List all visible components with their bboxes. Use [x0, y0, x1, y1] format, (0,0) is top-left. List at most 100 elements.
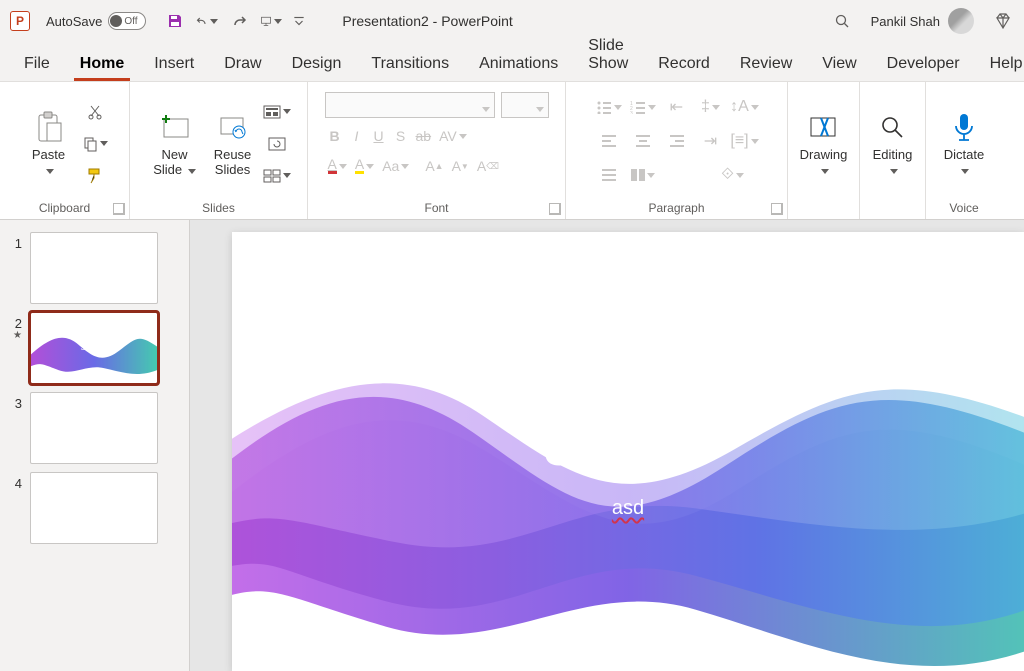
- tab-file[interactable]: File: [18, 49, 56, 81]
- toggle-track[interactable]: Off: [108, 12, 146, 30]
- editing-button[interactable]: Editing: [865, 99, 921, 189]
- window-title: Presentation2 - PowerPoint: [342, 13, 824, 29]
- titlebar: P AutoSave Off Presentation2 - PowerPoin…: [0, 0, 1024, 42]
- shadow-button[interactable]: S: [391, 124, 411, 148]
- tab-record[interactable]: Record: [652, 49, 716, 81]
- reset-slide-icon[interactable]: [263, 131, 291, 157]
- user-account[interactable]: Pankil Shah: [871, 8, 974, 34]
- decrease-font-button[interactable]: A▼: [449, 154, 472, 178]
- group-label: Voice: [949, 199, 978, 217]
- undo-icon[interactable]: [196, 10, 218, 32]
- tab-review[interactable]: Review: [734, 49, 798, 81]
- new-slide-label: New Slide: [153, 147, 187, 177]
- tab-help[interactable]: Help: [984, 49, 1024, 81]
- user-name: Pankil Shah: [871, 14, 940, 29]
- font-size-input[interactable]: [501, 92, 549, 118]
- reuse-slides-button[interactable]: Reuse Slides: [207, 99, 259, 189]
- tab-view[interactable]: View: [816, 49, 862, 81]
- tab-animations[interactable]: Animations: [473, 49, 564, 81]
- drawing-button[interactable]: Drawing: [796, 99, 852, 189]
- copy-icon[interactable]: [81, 131, 109, 157]
- thumbnail-slot[interactable]: 3: [0, 388, 189, 468]
- thumbnail-pane[interactable]: 1 2★ Sample3 4: [0, 220, 190, 671]
- save-icon[interactable]: [164, 10, 186, 32]
- thumbnail[interactable]: Sample: [30, 312, 158, 384]
- tab-insert[interactable]: Insert: [148, 49, 200, 81]
- tab-developer[interactable]: Developer: [881, 49, 966, 81]
- line-spacing-button[interactable]: ‡: [697, 94, 725, 120]
- strikethrough-button[interactable]: ab: [413, 124, 435, 148]
- workspace: 12★Sample34: [0, 220, 1024, 671]
- autosave-toggle[interactable]: AutoSave Off: [46, 12, 146, 30]
- slideshow-start-icon[interactable]: [260, 10, 282, 32]
- format-painter-icon[interactable]: [81, 163, 109, 189]
- thumbnail-number: 4: [8, 472, 22, 491]
- section-icon[interactable]: [263, 163, 291, 189]
- tab-home[interactable]: Home: [74, 49, 130, 81]
- new-slide-button[interactable]: New Slide: [147, 99, 203, 189]
- align-text-button[interactable]: [≡]: [731, 128, 759, 154]
- thumbnail-slot[interactable]: 1: [0, 228, 189, 308]
- tab-transitions[interactable]: Transitions: [365, 49, 455, 81]
- thumbnail-slot[interactable]: 4: [0, 468, 189, 548]
- align-right-button[interactable]: [663, 128, 691, 154]
- bold-button[interactable]: B: [325, 124, 345, 148]
- character-spacing-button[interactable]: AV: [436, 124, 470, 148]
- drawing-icon: [808, 110, 840, 146]
- diamond-icon[interactable]: [992, 10, 1014, 32]
- paste-button[interactable]: Paste: [21, 99, 77, 189]
- tab-design[interactable]: Design: [286, 49, 348, 81]
- find-icon: [879, 110, 907, 146]
- thumbnail-number: 2★: [8, 312, 22, 341]
- qat-customize-icon[interactable]: [292, 10, 306, 32]
- toggle-knob: [110, 15, 122, 27]
- increase-font-button[interactable]: A▲: [422, 154, 446, 178]
- group-font: B I U S ab AV A A Aa A▲ A▼ A⌫ Font: [308, 82, 566, 219]
- dictate-button[interactable]: Dictate: [936, 99, 992, 189]
- change-case-button[interactable]: Aa: [379, 154, 412, 178]
- group-voice: Dictate Voice: [926, 82, 1002, 219]
- slide-subtitle-text[interactable]: asd: [232, 497, 1024, 520]
- dialog-launcher-icon[interactable]: [549, 203, 561, 215]
- font-color-button[interactable]: A: [325, 154, 350, 178]
- font-name-input[interactable]: [325, 92, 495, 118]
- thumbnail-slot[interactable]: 2★ Sample: [0, 308, 189, 388]
- group-drawing: Drawing: [788, 82, 860, 219]
- reuse-slides-label: Reuse Slides: [214, 148, 252, 178]
- group-slides: New Slide Reuse Slides Slides: [130, 82, 308, 219]
- dialog-launcher-icon[interactable]: [113, 203, 125, 215]
- tab-draw[interactable]: Draw: [218, 49, 267, 81]
- group-paragraph: 123 ⇤ ‡ ↕A ⇥ [≡] ⟐ Paragraph: [566, 82, 788, 219]
- numbering-button[interactable]: 123: [629, 94, 657, 120]
- dialog-launcher-icon[interactable]: [771, 203, 783, 215]
- columns-button[interactable]: [629, 162, 657, 188]
- cut-icon[interactable]: [81, 99, 109, 125]
- thumbnail[interactable]: [30, 232, 158, 304]
- redo-icon[interactable]: [228, 10, 250, 32]
- clear-formatting-button[interactable]: A⌫: [474, 154, 502, 178]
- tab-slide-show[interactable]: Slide Show: [582, 31, 634, 81]
- slide[interactable]: Sample asd: [232, 232, 1024, 671]
- smartart-button[interactable]: ⟐: [719, 162, 747, 188]
- justify-button[interactable]: [595, 162, 623, 188]
- thumbnail[interactable]: [30, 392, 158, 464]
- text-direction-button[interactable]: ↕A: [731, 94, 759, 120]
- thumbnail-number: 1: [8, 232, 22, 251]
- italic-button[interactable]: I: [347, 124, 367, 148]
- search-icon[interactable]: [831, 10, 853, 32]
- microphone-icon: [951, 110, 977, 146]
- slide-canvas-area[interactable]: Sample asd: [190, 220, 1024, 671]
- bullets-button[interactable]: [595, 94, 623, 120]
- slide-title-text[interactable]: Sample: [232, 422, 1024, 477]
- align-left-button[interactable]: [595, 128, 623, 154]
- highlight-button[interactable]: A: [352, 154, 377, 178]
- increase-indent-button[interactable]: ⇥: [697, 128, 725, 154]
- autosave-label: AutoSave: [46, 14, 102, 29]
- group-clipboard: Paste Clipboard: [0, 82, 130, 219]
- thumbnail[interactable]: [30, 472, 158, 544]
- align-center-button[interactable]: [629, 128, 657, 154]
- decrease-indent-button[interactable]: ⇤: [663, 94, 691, 120]
- layout-icon[interactable]: [263, 99, 291, 125]
- editing-label: Editing: [873, 147, 913, 162]
- underline-button[interactable]: U: [369, 124, 389, 148]
